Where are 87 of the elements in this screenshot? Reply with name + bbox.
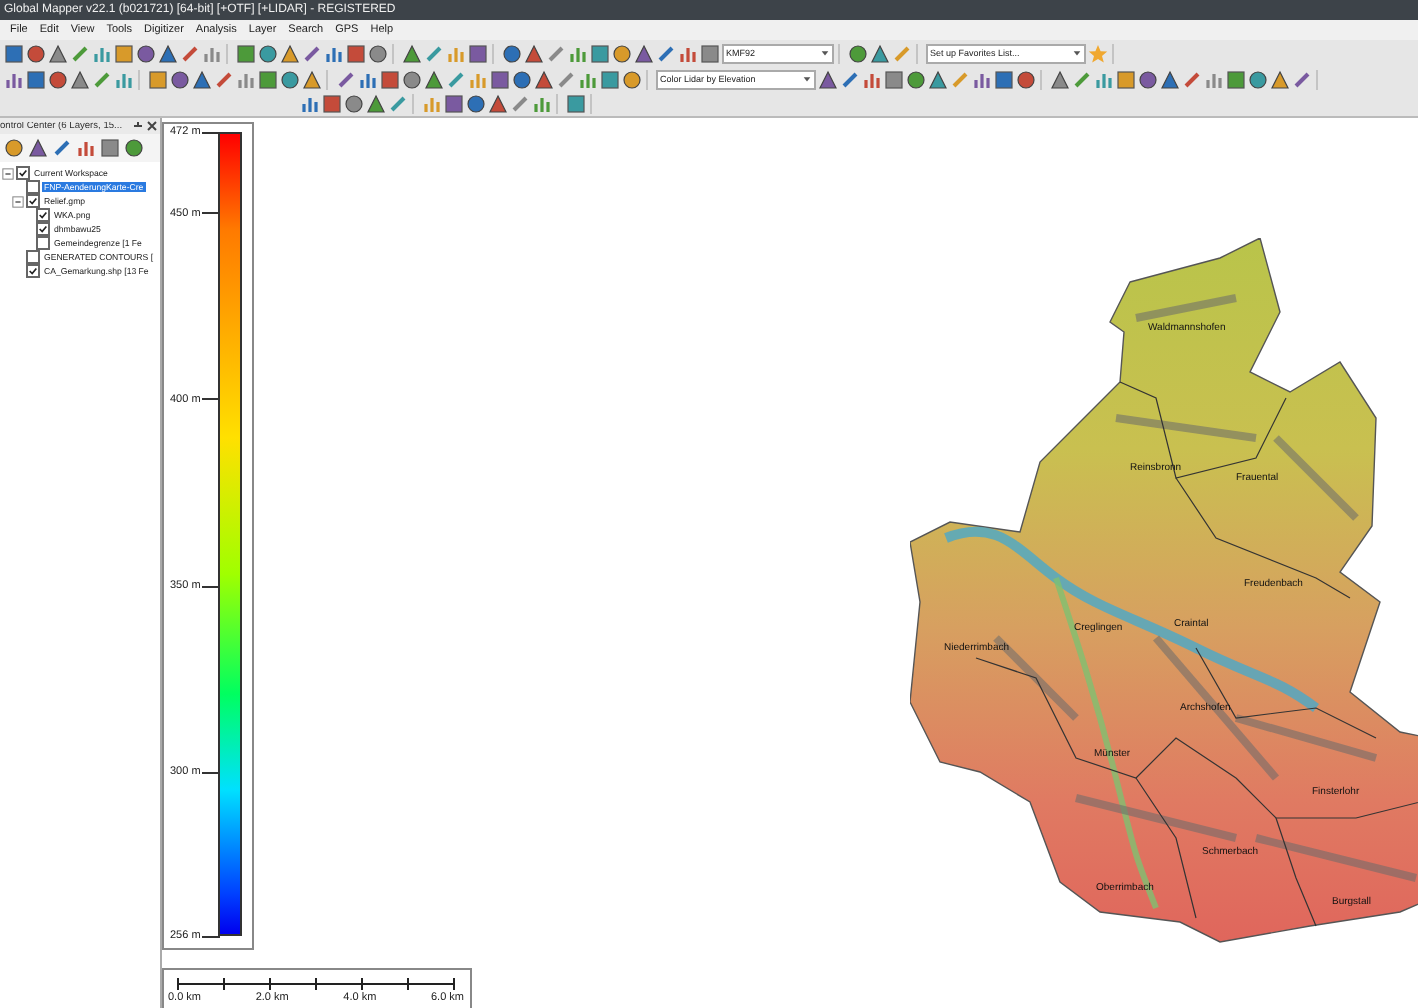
- triangle-icon[interactable]: [366, 94, 386, 114]
- circle-icon[interactable]: [170, 69, 190, 89]
- square-icon[interactable]: [600, 69, 620, 89]
- triangle-icon[interactable]: [28, 138, 48, 158]
- square-icon[interactable]: [114, 43, 134, 63]
- square-icon[interactable]: [236, 43, 256, 63]
- square-icon[interactable]: [444, 94, 464, 114]
- bars-icon[interactable]: [324, 43, 344, 63]
- bars-icon[interactable]: [972, 69, 992, 89]
- bars-icon[interactable]: [578, 69, 598, 89]
- circle-icon[interactable]: [1248, 69, 1268, 89]
- caret-icon: [820, 48, 830, 58]
- collapse-icon[interactable]: [12, 195, 24, 207]
- square-icon[interactable]: [590, 43, 610, 63]
- circle-icon[interactable]: [124, 138, 144, 158]
- square-icon[interactable]: [148, 69, 168, 89]
- pencil-icon[interactable]: [1292, 69, 1312, 89]
- square-icon[interactable]: [994, 69, 1014, 89]
- square-icon[interactable]: [258, 69, 278, 89]
- pencil-icon[interactable]: [1072, 69, 1092, 89]
- circle-icon[interactable]: [258, 43, 278, 63]
- square-icon[interactable]: [1226, 69, 1246, 89]
- triangle-icon[interactable]: [1050, 69, 1070, 89]
- bars-icon[interactable]: [678, 43, 698, 63]
- layer-checkbox[interactable]: [26, 264, 40, 278]
- pencil-icon[interactable]: [840, 69, 860, 89]
- square-icon[interactable]: [566, 94, 586, 114]
- triangle-icon[interactable]: [1270, 69, 1290, 89]
- square-icon[interactable]: [322, 94, 342, 114]
- layer-checkbox[interactable]: [36, 208, 50, 222]
- square-icon[interactable]: [1116, 69, 1136, 89]
- pencil-icon[interactable]: [656, 43, 676, 63]
- circle-icon[interactable]: [4, 138, 24, 158]
- bars-icon[interactable]: [568, 43, 588, 63]
- circle-icon[interactable]: [402, 69, 422, 89]
- caret-icon: [1072, 48, 1082, 58]
- square-icon[interactable]: [884, 69, 904, 89]
- pencil-icon[interactable]: [52, 138, 72, 158]
- square-icon[interactable]: [468, 43, 488, 63]
- pencil-icon[interactable]: [1182, 69, 1202, 89]
- circle-icon[interactable]: [48, 69, 68, 89]
- circle-icon[interactable]: [848, 43, 868, 63]
- square-icon[interactable]: [100, 138, 120, 158]
- layer-checkbox[interactable]: [16, 166, 30, 180]
- bars-icon[interactable]: [1094, 69, 1114, 89]
- layer-checkbox[interactable]: [26, 180, 40, 194]
- triangle-icon[interactable]: [634, 43, 654, 63]
- circle-icon[interactable]: [1016, 69, 1036, 89]
- circle-icon[interactable]: [280, 69, 300, 89]
- layer-checkbox[interactable]: [26, 250, 40, 264]
- circle-icon[interactable]: [612, 43, 632, 63]
- circle-icon[interactable]: [512, 69, 532, 89]
- square-icon[interactable]: [380, 69, 400, 89]
- bars-icon[interactable]: [1204, 69, 1224, 89]
- square-icon[interactable]: [4, 43, 24, 63]
- circle-icon[interactable]: [136, 43, 156, 63]
- scale-ruler-icon: [176, 976, 456, 992]
- bars-icon[interactable]: [4, 69, 24, 89]
- caret-icon: [802, 74, 812, 84]
- circle-icon[interactable]: [1138, 69, 1158, 89]
- bars-icon[interactable]: [300, 94, 320, 114]
- triangle-icon[interactable]: [928, 69, 948, 89]
- pin-icon[interactable]: [132, 120, 144, 132]
- layer-checkbox[interactable]: [26, 194, 40, 208]
- circle-icon[interactable]: [502, 43, 522, 63]
- star-icon[interactable]: [1088, 43, 1108, 63]
- square-icon[interactable]: [346, 43, 366, 63]
- circle-icon[interactable]: [26, 43, 46, 63]
- circle-icon[interactable]: [906, 69, 926, 89]
- triangle-icon[interactable]: [818, 69, 838, 89]
- bars-icon[interactable]: [862, 69, 882, 89]
- circle-icon[interactable]: [368, 43, 388, 63]
- square-icon[interactable]: [26, 69, 46, 89]
- circle-icon[interactable]: [622, 69, 642, 89]
- bars-icon[interactable]: [76, 138, 96, 158]
- layer-checkbox[interactable]: [36, 236, 50, 250]
- square-icon[interactable]: [490, 69, 510, 89]
- collapse-icon[interactable]: [2, 167, 14, 179]
- circle-icon[interactable]: [344, 94, 364, 114]
- bars-icon[interactable]: [358, 69, 378, 89]
- square-icon[interactable]: [700, 43, 720, 63]
- triangle-icon[interactable]: [1160, 69, 1180, 89]
- layer-checkbox[interactable]: [36, 222, 50, 236]
- circle-icon[interactable]: [466, 94, 486, 114]
- close-icon[interactable]: [146, 120, 158, 132]
- triangle-icon[interactable]: [870, 43, 890, 63]
- triangle-icon[interactable]: [488, 94, 508, 114]
